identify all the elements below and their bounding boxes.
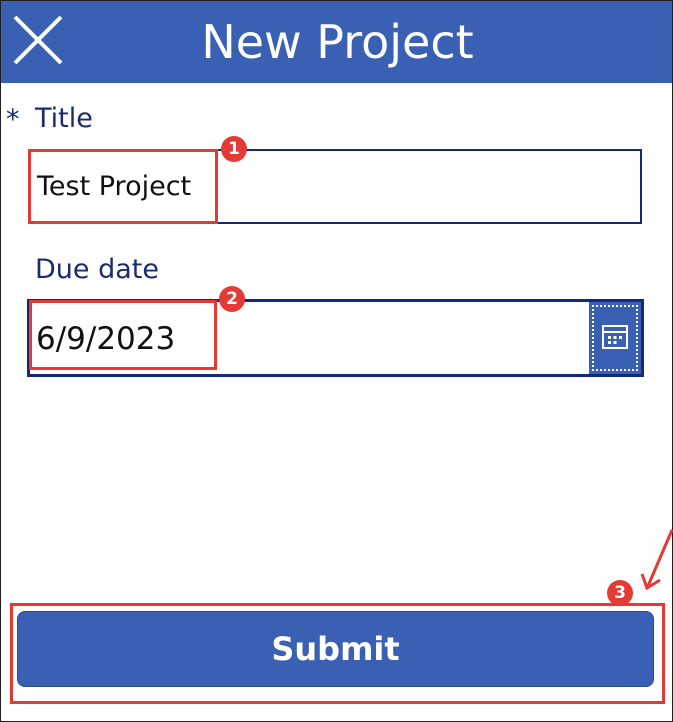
- calendar-icon: [602, 325, 628, 349]
- step-badge-3: 3: [607, 580, 633, 606]
- step-badge-2: 2: [219, 286, 245, 312]
- highlight-box-title: [28, 149, 218, 224]
- due-date-label: Due date: [35, 254, 159, 285]
- page-title: New Project: [201, 15, 474, 69]
- title-label: Title: [35, 103, 93, 134]
- highlight-box-date: [29, 300, 217, 370]
- highlight-box-submit: [10, 603, 665, 704]
- required-marker: *: [6, 104, 20, 135]
- calendar-button[interactable]: [589, 302, 641, 374]
- arrow-icon: [640, 529, 673, 591]
- step-badge-1: 1: [221, 136, 247, 162]
- app-header: New Project: [1, 1, 672, 83]
